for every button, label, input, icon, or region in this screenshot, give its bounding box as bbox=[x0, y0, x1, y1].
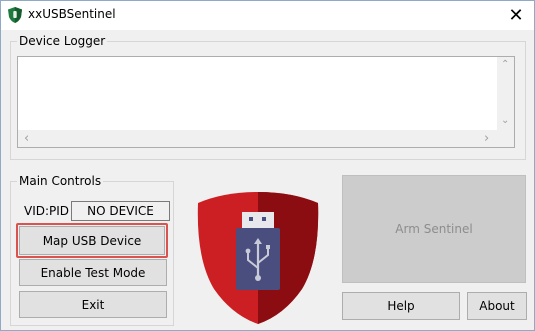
close-icon: ✕ bbox=[508, 5, 524, 26]
exit-button[interactable]: Exit bbox=[19, 291, 167, 318]
shield-app-icon bbox=[8, 7, 22, 23]
title-bar[interactable]: xxUSBSentinel ✕ bbox=[1, 1, 534, 30]
device-log-textbox[interactable]: ⌃ ⌄ ‹ › bbox=[17, 56, 515, 148]
map-usb-device-button[interactable]: Map USB Device bbox=[19, 226, 165, 255]
window-title: xxUSBSentinel bbox=[28, 7, 116, 21]
app-window: xxUSBSentinel ✕ Device Logger ⌃ ⌄ ‹ › Ma… bbox=[0, 0, 535, 331]
scroll-down-icon[interactable]: ⌄ bbox=[501, 115, 509, 126]
shield-usb-logo bbox=[197, 192, 319, 324]
about-button[interactable]: About bbox=[467, 292, 527, 320]
vid-pid-value: NO DEVICE bbox=[71, 201, 170, 221]
scroll-right-icon[interactable]: › bbox=[484, 131, 489, 146]
device-logger-label: Device Logger bbox=[19, 34, 106, 48]
horizontal-scrollbar[interactable]: ‹ › bbox=[18, 130, 497, 147]
arm-sentinel-button[interactable]: Arm Sentinel bbox=[342, 175, 526, 283]
close-button[interactable]: ✕ bbox=[498, 1, 534, 30]
vid-pid-label: VID:PID bbox=[24, 204, 70, 218]
scroll-left-icon[interactable]: ‹ bbox=[24, 131, 29, 146]
main-controls-label: Main Controls bbox=[19, 174, 102, 188]
enable-test-mode-button[interactable]: Enable Test Mode bbox=[19, 259, 167, 286]
help-button[interactable]: Help bbox=[342, 292, 460, 320]
scroll-up-icon[interactable]: ⌃ bbox=[501, 59, 509, 70]
scrollbar-corner bbox=[497, 130, 514, 147]
vertical-scrollbar[interactable]: ⌃ ⌄ bbox=[497, 57, 514, 131]
